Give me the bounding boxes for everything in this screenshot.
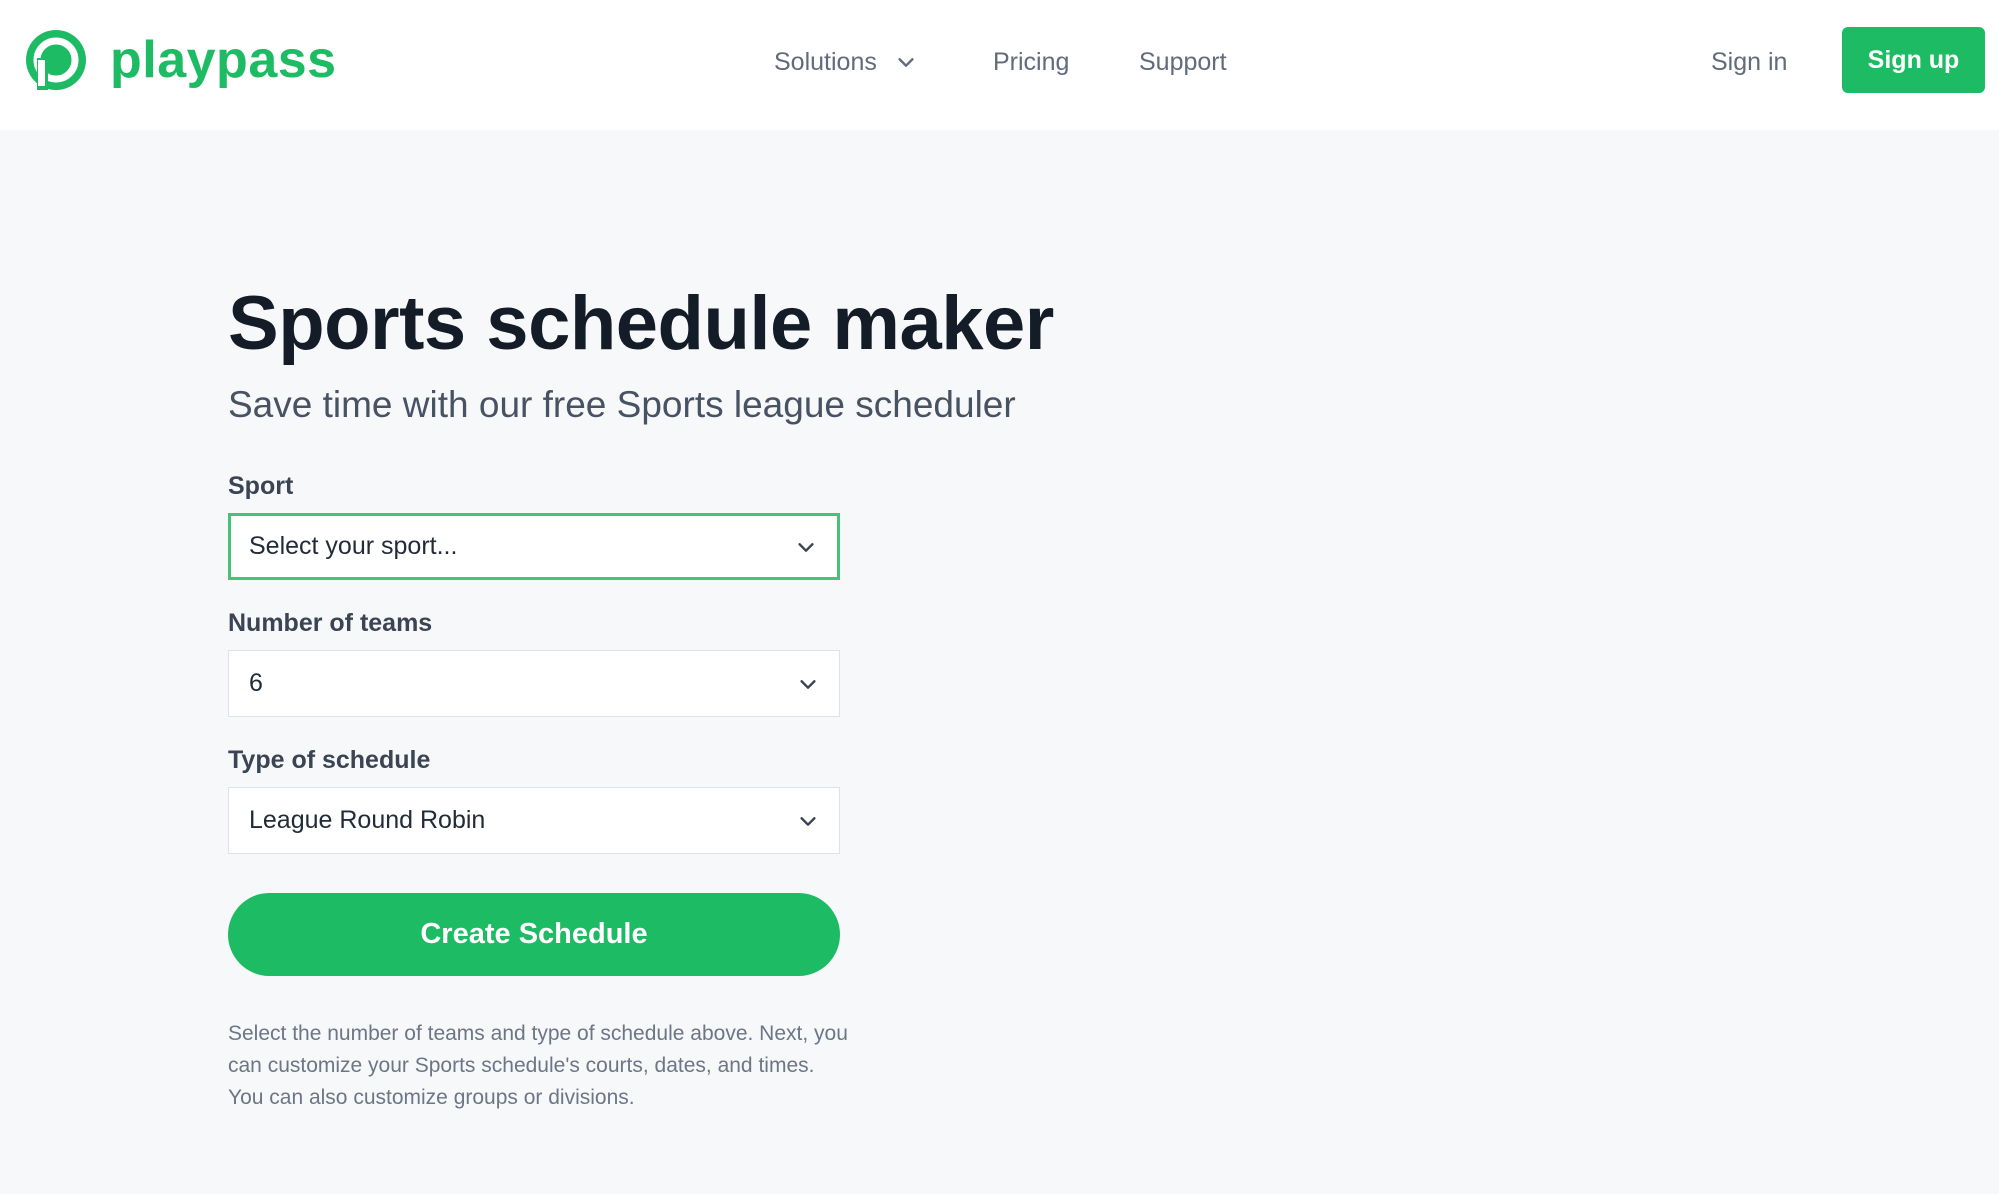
page-subtitle: Save time with our free Sports league sc… <box>228 384 1016 425</box>
sign-in-link[interactable]: Sign in <box>1711 42 1787 82</box>
playpass-logo-icon <box>26 30 86 90</box>
page-title: Sports schedule maker <box>228 281 1054 366</box>
number-of-teams-select[interactable]: 6 <box>228 650 840 717</box>
sport-select[interactable]: Select your sport... <box>228 513 840 580</box>
schedule-type-label: Type of schedule <box>228 746 431 774</box>
schedule-type-select[interactable]: League Round Robin <box>228 787 840 854</box>
chevron-down-icon <box>800 816 816 826</box>
sign-up-button[interactable]: Sign up <box>1842 27 1985 93</box>
top-navigation-bar: playpass Solutions Pricing Support Sign … <box>0 0 1999 130</box>
logo-wordmark: playpass <box>110 31 337 89</box>
nav-solutions-menu[interactable]: Solutions <box>774 42 917 82</box>
logo[interactable]: playpass <box>24 28 337 92</box>
sport-select-value: Select your sport... <box>249 532 458 560</box>
nav-solutions-label: Solutions <box>774 47 877 76</box>
number-of-teams-value: 6 <box>249 669 263 697</box>
number-of-teams-label: Number of teams <box>228 609 433 637</box>
chevron-down-icon <box>798 542 814 552</box>
chevron-down-icon <box>800 679 816 689</box>
chevron-down-icon <box>898 58 914 67</box>
nav-pricing-link[interactable]: Pricing <box>993 42 1069 82</box>
sport-label: Sport <box>228 472 294 500</box>
schedule-type-value: League Round Robin <box>249 806 486 834</box>
help-text: Select the number of teams and type of s… <box>228 1022 848 1109</box>
nav-support-link[interactable]: Support <box>1139 42 1227 82</box>
create-schedule-button[interactable]: Create Schedule <box>228 893 840 976</box>
